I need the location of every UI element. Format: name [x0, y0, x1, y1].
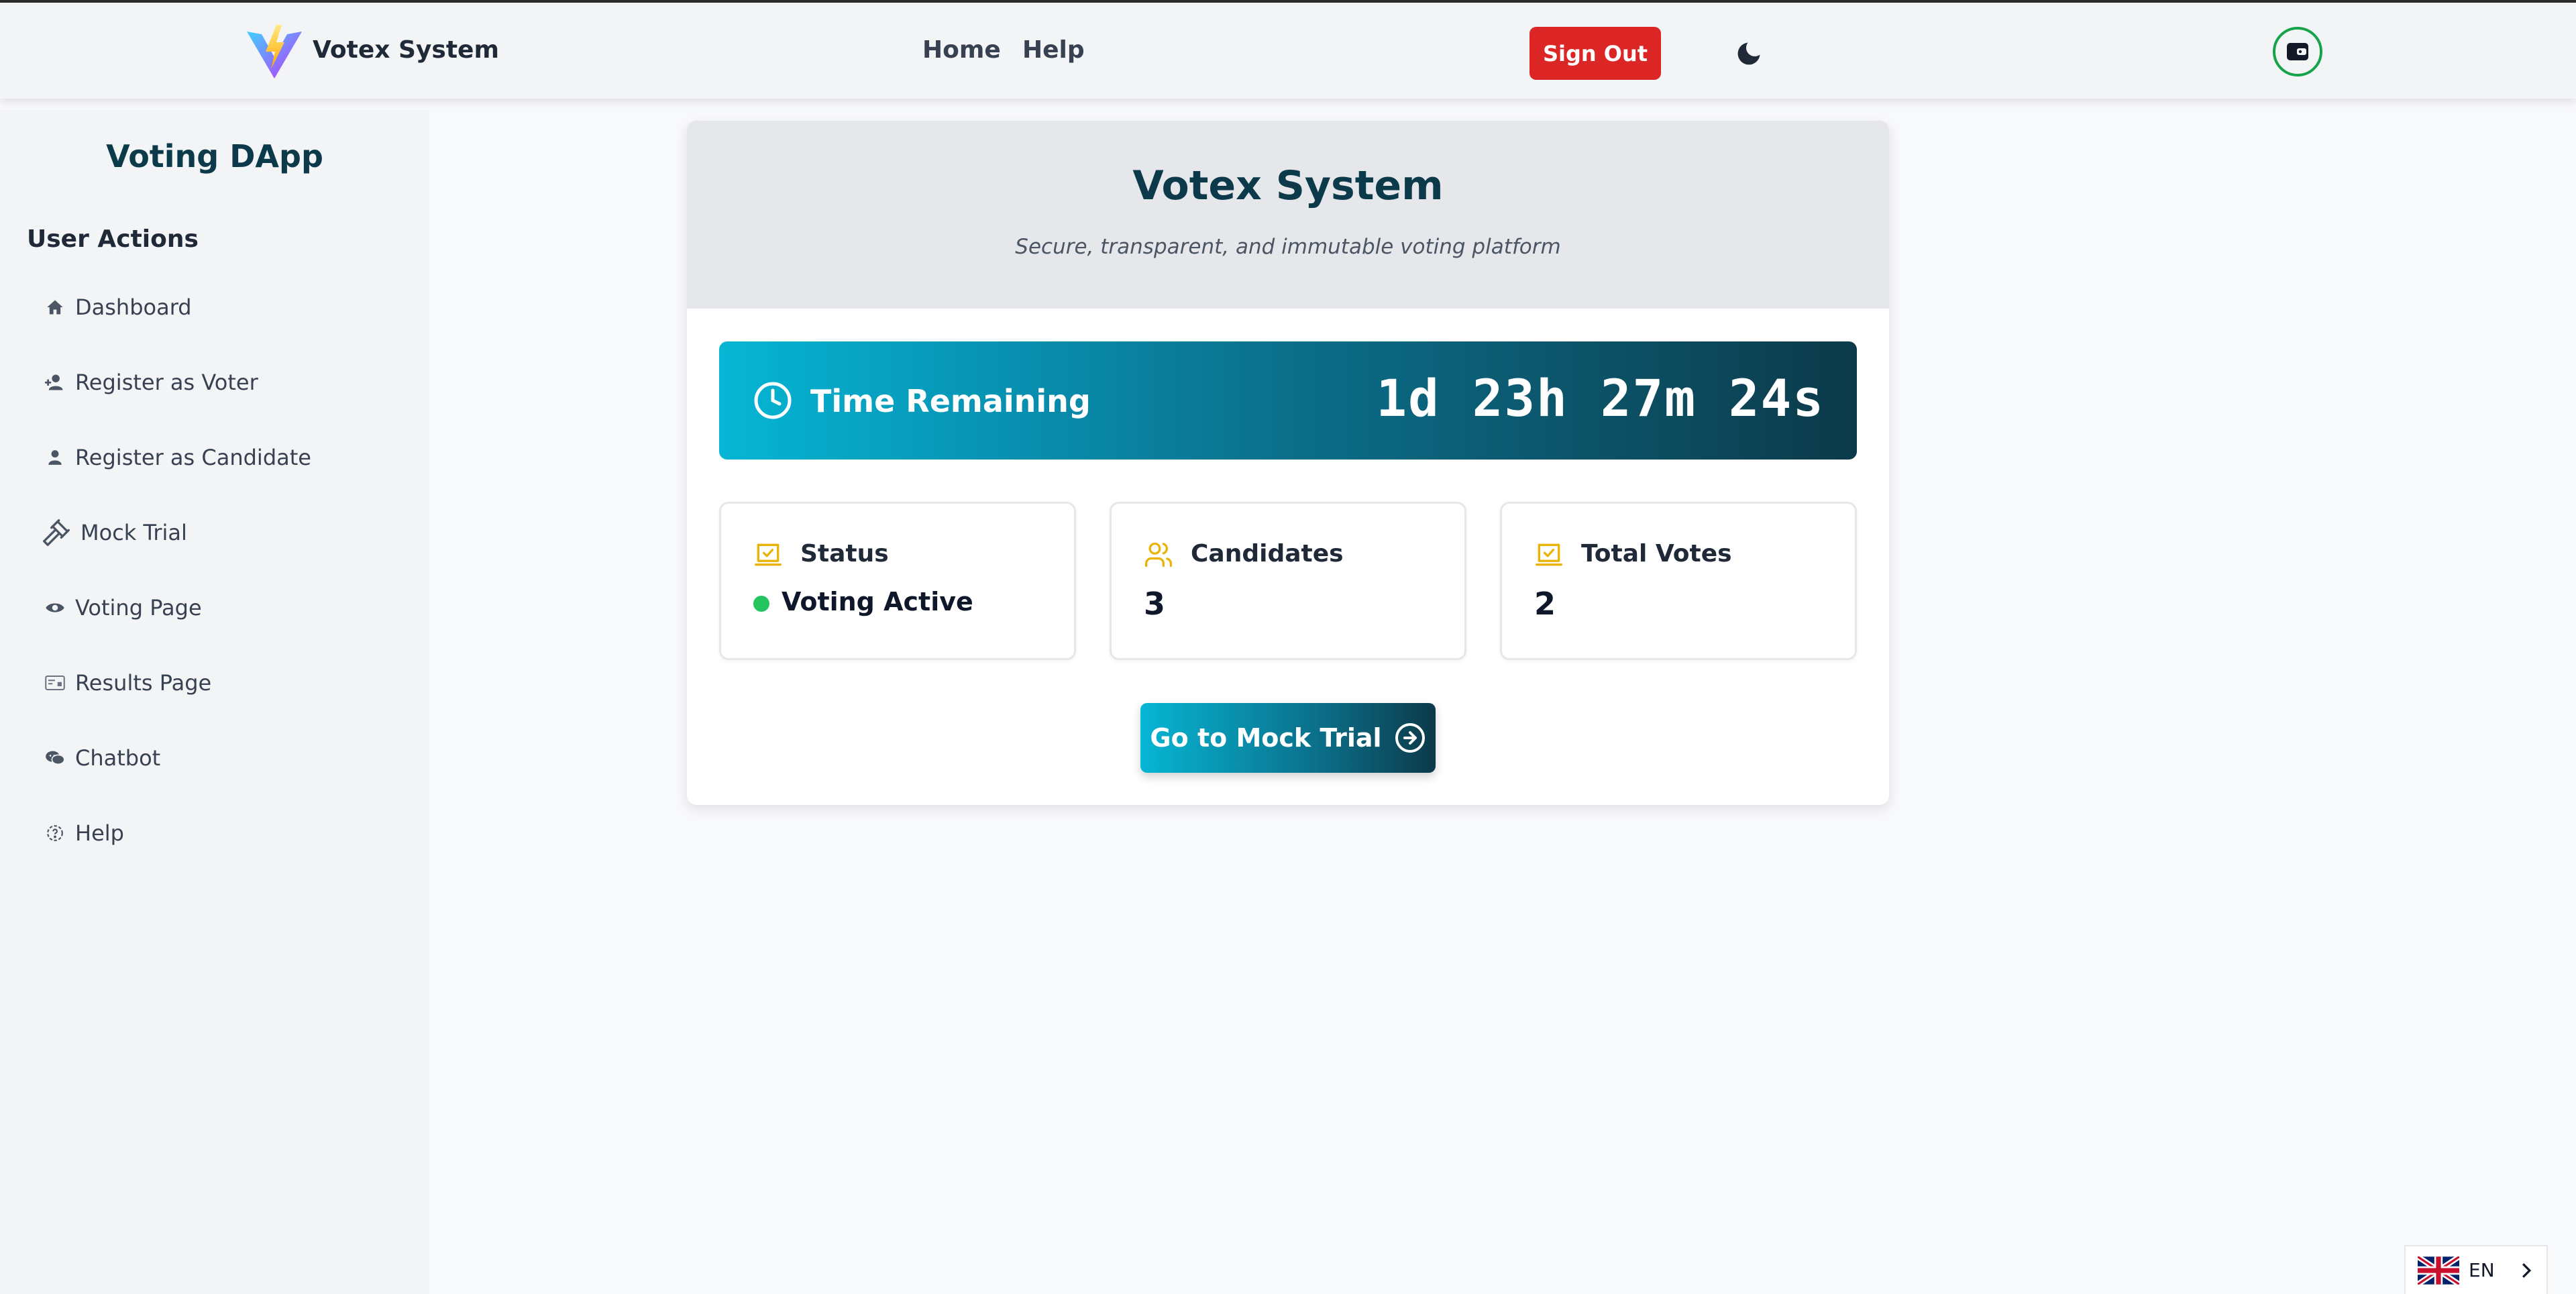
total-votes-count: 2 — [1534, 586, 1556, 622]
sidebar-item-label: Mock Trial — [80, 520, 187, 545]
laptop-check-icon — [1536, 543, 1562, 566]
top-navbar: Votex System Home Help Sign Out — [0, 0, 2576, 99]
sidebar-item-label: Results Page — [75, 670, 212, 696]
candidates-count: 3 — [1144, 586, 1166, 622]
eye-icon — [42, 594, 68, 621]
sidebar-item-results-page[interactable]: Results Page — [27, 656, 402, 710]
page-subtitle: Secure, transparent, and immutable votin… — [1015, 235, 1561, 259]
go-to-mock-trial-button[interactable]: Go to Mock Trial — [1140, 703, 1436, 773]
status-value: Voting Active — [782, 587, 973, 616]
countdown-banner: Time Remaining 1d 23h 27m 24s — [719, 341, 1857, 460]
sidebar-item-label: Voting Page — [75, 595, 202, 621]
sidebar-item-register-candidate[interactable]: Register as Candidate — [27, 431, 402, 484]
candidates-label: Candidates — [1191, 540, 1344, 568]
status-indicator — [753, 596, 769, 612]
sidebar-item-label: Help — [75, 820, 124, 846]
user-icon — [42, 444, 68, 471]
logo-icon[interactable] — [246, 25, 303, 80]
sidebar-item-label: Dashboard — [75, 294, 192, 320]
nav-help-link[interactable]: Help — [1022, 36, 1085, 64]
nav-home-link[interactable]: Home — [922, 36, 1001, 64]
language-selector[interactable]: EN — [2404, 1245, 2548, 1294]
sidebar-section-heading: User Actions — [27, 225, 199, 253]
arrow-circle-right-icon — [1395, 723, 1425, 753]
users-icon — [1145, 542, 1172, 568]
gavel-icon — [39, 515, 74, 550]
laptop-check-icon — [755, 543, 782, 566]
sidebar-item-help[interactable]: Help — [27, 806, 402, 860]
page-title: Votex System — [1132, 162, 1444, 209]
sidebar-item-label: Chatbot — [75, 745, 161, 771]
brand-name[interactable]: Votex System — [313, 36, 499, 64]
sidebar-title: Voting DApp — [106, 138, 323, 174]
status-label: Status — [800, 540, 889, 568]
wallet-icon — [2287, 43, 2308, 60]
sidebar: Voting DApp User Actions Dashboard Regis… — [0, 110, 429, 1294]
sidebar-item-voting-page[interactable]: Voting Page — [27, 581, 402, 635]
sign-out-button[interactable]: Sign Out — [1529, 27, 1661, 80]
user-plus-icon — [42, 369, 68, 396]
sidebar-item-label: Register as Voter — [75, 370, 258, 395]
sidebar-item-chatbot[interactable]: Chatbot — [27, 731, 402, 785]
chevron-right-icon — [2522, 1262, 2531, 1278]
cta-label: Go to Mock Trial — [1150, 723, 1382, 753]
total-votes-card: Total Votes 2 — [1500, 502, 1857, 660]
chat-icon — [42, 745, 68, 771]
candidates-card: Candidates 3 — [1110, 502, 1466, 660]
clock-icon — [754, 382, 792, 419]
card-header: Votex System Secure, transparent, and im… — [687, 121, 1889, 309]
status-card: Status Voting Active — [719, 502, 1076, 660]
wallet-button[interactable] — [2273, 27, 2322, 76]
help-icon — [42, 820, 68, 847]
sidebar-item-label: Register as Candidate — [75, 445, 311, 470]
language-code: EN — [2469, 1259, 2495, 1281]
moon-icon[interactable] — [1734, 39, 1764, 68]
timer-value: 1d 23h 27m 24s — [1376, 368, 1825, 428]
dashboard-card: Votex System Secure, transparent, and im… — [687, 121, 1889, 805]
sidebar-item-mock-trial[interactable]: Mock Trial — [27, 506, 402, 559]
home-icon — [42, 294, 68, 321]
card-icon — [42, 669, 68, 696]
total-votes-label: Total Votes — [1581, 540, 1732, 568]
uk-flag-icon — [2418, 1256, 2459, 1285]
sidebar-item-dashboard[interactable]: Dashboard — [27, 280, 402, 334]
timer-label: Time Remaining — [810, 383, 1091, 419]
sidebar-item-register-voter[interactable]: Register as Voter — [27, 356, 402, 409]
